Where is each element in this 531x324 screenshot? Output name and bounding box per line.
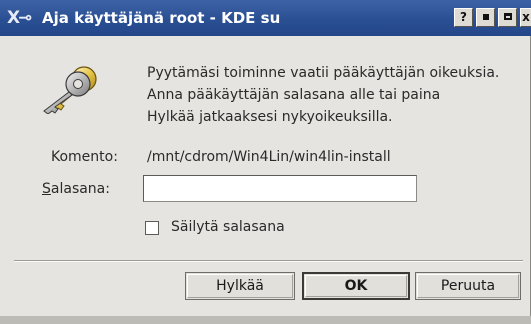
dialog-window: X⊸ Aja käyttäjänä root - KDE su ? x Pyyt… [0,0,531,324]
close-button[interactable]: x [520,8,531,27]
message-line: Pyytämäsi toiminne vaatii pääkäyttäjän o… [147,65,500,81]
password-label-accel: S [42,181,51,197]
remember-password-checkbox[interactable] [145,221,159,235]
maximize-button[interactable] [498,8,517,27]
ignore-button-label: Hylkää [216,278,264,294]
ok-button-label: OK [344,278,368,294]
separator [14,260,523,262]
cancel-button-label: Peruuta [440,278,496,294]
maximize-icon [503,13,512,20]
window-menu-icon[interactable]: X⊸ [7,8,37,28]
keys-icon [43,66,97,114]
window-bottom-border [0,316,531,324]
password-label-rest: alasana: [50,181,110,197]
ignore-button[interactable]: Hylkää [185,272,295,300]
message-line: Hylkää jatkaaksesi nykyoikeuksilla. [147,109,393,125]
help-button[interactable]: ? [454,8,473,27]
message-line: Anna pääkäyttäjän salasana alle tai pain… [147,87,441,103]
window-title: Aja käyttäjänä root - KDE su [42,9,281,27]
password-label: Salasana: [42,180,110,198]
command-label: Komento: [51,149,118,165]
minimize-icon [482,14,489,20]
command-value: /mnt/cdrom/Win4Lin/win4lin-install [147,149,391,165]
ok-button[interactable]: OK [302,272,410,300]
remember-password-label[interactable]: Säilytä salasana [171,218,285,236]
cancel-button[interactable]: Peruuta [415,272,521,300]
minimize-button[interactable] [476,8,495,27]
title-bar[interactable]: X⊸ Aja käyttäjänä root - KDE su ? x [0,0,531,36]
message-text: Pyytämäsi toiminne vaatii pääkäyttäjän o… [147,62,522,128]
password-input[interactable] [143,175,417,202]
